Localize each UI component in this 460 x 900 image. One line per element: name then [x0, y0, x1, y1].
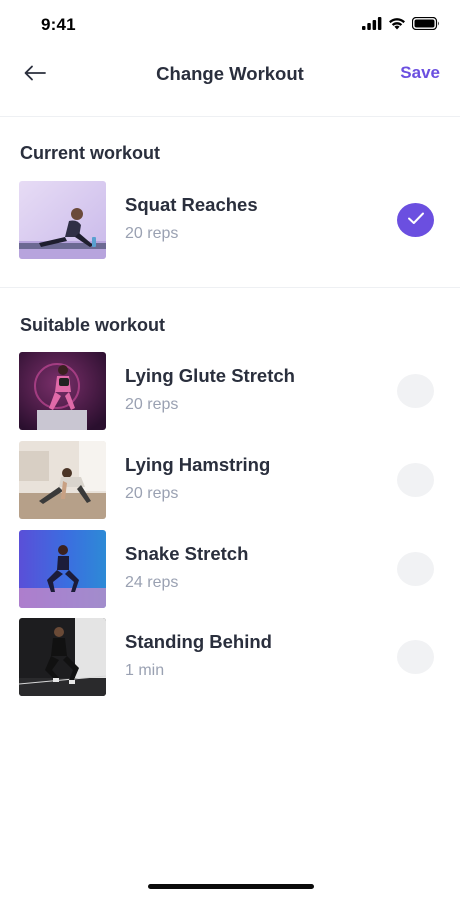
section-header-suitable: Suitable workout [20, 315, 166, 335]
workout-row-lying-glute-stretch[interactable]: Lying Glute Stretch 20 reps [0, 352, 460, 430]
workout-row-squat-reaches[interactable]: Squat Reaches 20 reps [0, 181, 460, 259]
signal-icon [362, 17, 382, 35]
workout-thumbnail [19, 530, 106, 608]
workout-reps: 20 reps [125, 485, 179, 502]
workout-row-lying-hamstring[interactable]: Lying Hamstring 20 reps [0, 441, 460, 519]
workout-row-snake-stretch[interactable]: Snake Stretch 24 reps [0, 530, 460, 608]
workout-thumbnail [19, 352, 106, 430]
workout-name: Lying Hamstring [125, 454, 271, 475]
status-icons [362, 16, 440, 35]
nav-bar: Change Workout Save [0, 50, 460, 117]
status-bar: 9:41 [0, 0, 460, 50]
workout-thumbnail [19, 181, 106, 259]
home-indicator [148, 884, 314, 889]
workout-thumbnail [19, 441, 106, 519]
workout-reps: 20 reps [125, 396, 179, 413]
status-time: 9:41 [41, 15, 76, 34]
section-divider [0, 287, 460, 288]
select-radio-button[interactable] [397, 640, 434, 674]
select-radio-button[interactable] [397, 374, 434, 408]
workout-thumbnail [19, 618, 106, 696]
workout-name: Snake Stretch [125, 543, 249, 564]
select-radio-button[interactable] [397, 463, 434, 497]
battery-icon [411, 16, 440, 35]
save-button[interactable]: Save [400, 63, 440, 83]
wifi-icon [388, 17, 406, 35]
workout-name: Lying Glute Stretch [125, 365, 295, 386]
selected-check-button[interactable] [397, 203, 434, 237]
workout-name: Standing Behind [125, 631, 272, 652]
select-radio-button[interactable] [397, 552, 434, 586]
check-icon [407, 211, 425, 230]
workout-reps: 24 reps [125, 574, 179, 591]
workout-row-standing-behind[interactable]: Standing Behind 1 min [0, 618, 460, 696]
workout-reps: 1 min [125, 662, 165, 679]
page-title: Change Workout [156, 63, 304, 84]
workout-name: Squat Reaches [125, 194, 258, 215]
workout-reps: 20 reps [125, 225, 179, 242]
section-header-current: Current workout [20, 143, 161, 163]
